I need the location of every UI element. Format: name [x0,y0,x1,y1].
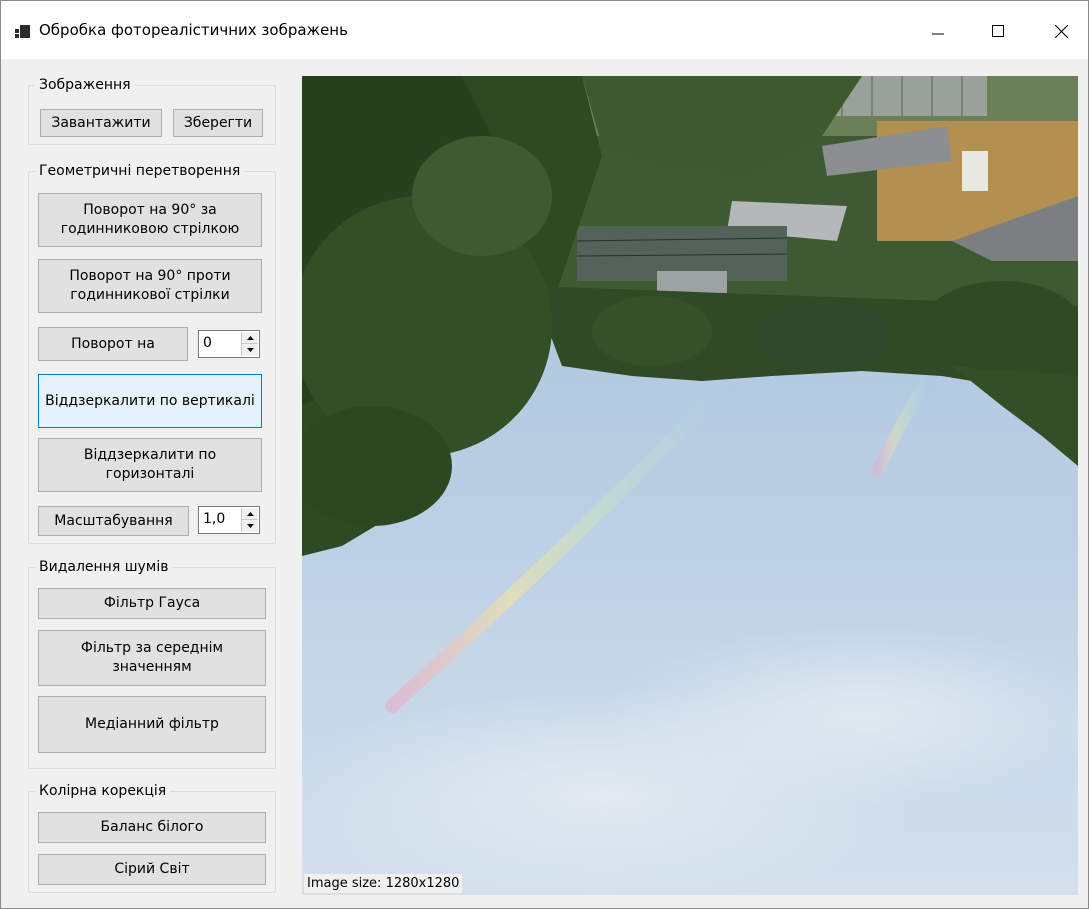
gray-world-button[interactable]: Сірий Світ [38,854,266,885]
maximize-icon [992,25,1004,37]
rotate-angle-up[interactable] [242,332,258,344]
rotate-ccw-button[interactable]: Поворот на 90° проти годинникової стрілк… [38,259,262,313]
image-group: Зображення Завантажити Зберегти [28,76,276,145]
load-button[interactable]: Завантажити [40,109,162,137]
color-group: Колірна корекція Баланс білого Сірий Сві… [28,782,276,893]
scale-arrows[interactable] [241,508,258,532]
noise-group: Видалення шумів Фільтр Гауса Фільтр за с… [28,558,276,769]
photo-image [302,76,1078,895]
mean-filter-button[interactable]: Фільтр за середнім значенням [38,630,266,686]
maximize-button[interactable] [975,11,1021,51]
noise-group-title: Видалення шумів [35,558,173,576]
scale-button[interactable]: Масштабування [38,506,189,536]
rotate-angle-down[interactable] [242,344,258,356]
median-filter-button[interactable]: Медіанний фільтр [38,696,266,753]
rotate-cw-button[interactable]: Поворот на 90° за годинниковою стрілкою [38,193,262,247]
image-group-title: Зображення [35,76,135,94]
app-icon [15,25,31,39]
scale-down[interactable] [242,520,258,532]
rotate-by-button[interactable]: Поворот на [38,327,188,361]
app-window: Обробка фотореалістичних зображень Зобра… [0,0,1089,909]
geometry-group-title: Геометричні перетворення [35,162,245,180]
close-icon [1054,24,1068,38]
scale-value: 1,0 [203,511,226,527]
triangle-down-icon [246,524,254,528]
white-balance-button[interactable]: Баланс білого [38,812,266,843]
triangle-up-icon [246,335,254,340]
geometry-group: Геометричні перетворення Поворот на 90° … [28,162,276,544]
color-group-title: Колірна корекція [35,782,171,800]
triangle-down-icon [246,348,254,352]
mirror-horizontal-button[interactable]: Віддзеркалити по горизонталі [38,438,262,492]
triangle-up-icon [246,511,254,516]
image-preview [302,76,1078,895]
rotate-angle-stepper[interactable]: 0 [198,330,260,358]
scale-up[interactable] [242,508,258,520]
mirror-vertical-button[interactable]: Віддзеркалити по вертикалі [38,374,262,428]
window-title: Обробка фотореалістичних зображень [39,21,348,39]
close-button[interactable] [1038,11,1084,51]
rotate-angle-arrows[interactable] [241,332,258,356]
image-size-label: Image size: 1280x1280 [304,874,463,893]
save-button[interactable]: Зберегти [173,109,263,137]
scale-stepper[interactable]: 1,0 [198,506,260,534]
minimize-icon [932,33,944,35]
rotate-angle-value: 0 [203,335,212,351]
minimize-button[interactable] [915,11,961,51]
title-bar: Обробка фотореалістичних зображень [1,1,1088,59]
gauss-filter-button[interactable]: Фільтр Гауса [38,588,266,619]
